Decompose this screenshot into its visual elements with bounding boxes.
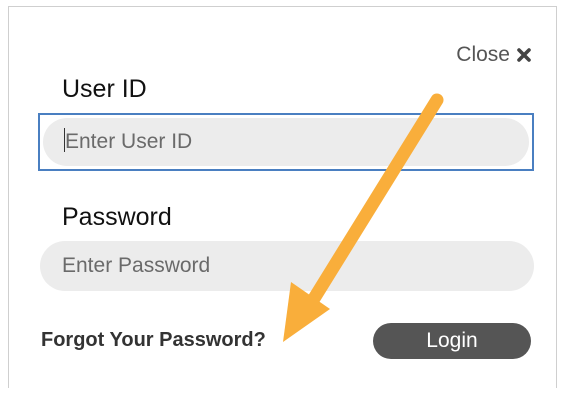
user-id-label: User ID (62, 75, 147, 103)
forgot-password-link[interactable]: Forgot Your Password? (41, 329, 266, 352)
user-id-input[interactable] (43, 118, 529, 166)
close-button[interactable]: Close (456, 43, 532, 67)
password-label: Password (62, 203, 172, 231)
login-button[interactable]: Login (373, 323, 531, 359)
password-input[interactable] (40, 241, 534, 291)
close-label: Close (456, 43, 510, 66)
close-x-icon (517, 48, 531, 62)
login-dialog: Close User ID Password Forgot Your Passw… (8, 6, 557, 388)
text-caret (64, 128, 65, 152)
user-id-focus-ring (38, 113, 534, 171)
